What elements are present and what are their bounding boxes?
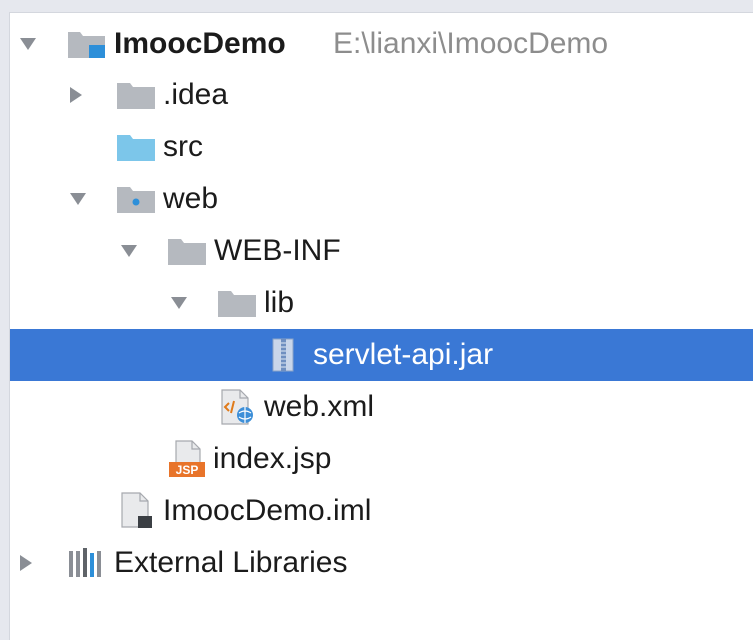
tree-node-label: web.xml [264,390,375,423]
tree-node-label: src [163,130,203,163]
collapse-arrow-icon[interactable] [70,87,82,103]
project-module-icon [68,32,105,58]
tree-node-imoocdemo-iml[interactable]: ImoocDemo.iml [10,485,753,537]
tree-node-idea[interactable]: .idea [10,69,753,121]
source-folder-icon [117,135,155,161]
tree-node-web[interactable]: web [10,173,753,225]
tree-node-src[interactable]: src [10,121,753,173]
jar-archive-icon [272,338,294,372]
tree-node-label: ImoocDemo.iml [163,494,372,527]
tree-node-label: WEB-INF [214,234,341,267]
tree-node-label: lib [264,286,295,319]
expand-arrow-icon[interactable] [171,297,187,309]
folder-icon [218,291,256,317]
tree-node-servlet-api-jar[interactable]: servlet-api.jar [10,329,753,381]
tree-node-label: External Libraries [114,546,348,579]
tree-node-project-root[interactable]: ImoocDemo E:\lianxi\ImoocDemo [10,18,753,70]
web-folder-icon [117,187,155,213]
module-file-icon [121,492,152,528]
expand-arrow-icon[interactable] [121,245,137,257]
tree-node-label: .idea [163,78,229,111]
expand-arrow-icon[interactable] [20,38,36,50]
libraries-icon [69,548,101,577]
tree-node-web-inf[interactable]: WEB-INF [10,225,753,277]
tree-node-label: web [163,182,219,215]
tree-node-label: servlet-api.jar [313,338,494,371]
jsp-badge-label: JSP [176,463,199,477]
collapse-arrow-icon[interactable] [20,555,32,571]
project-tree-panel: ImoocDemo E:\lianxi\ImoocDemo .idea src … [9,12,753,640]
tree-node-index-jsp[interactable]: JSP index.jsp [10,433,753,485]
folder-icon [168,239,206,265]
project-name: ImoocDemo [114,27,286,60]
folder-icon [117,83,155,109]
tree-node-lib[interactable]: lib [10,277,753,329]
tree-node-label: index.jsp [213,442,332,475]
jsp-file-icon: JSP [169,440,205,477]
project-path: E:\lianxi\ImoocDemo [333,27,609,60]
xml-file-icon [221,389,253,425]
tree-node-web-xml[interactable]: web.xml [10,381,753,433]
tree-node-external-libraries[interactable]: External Libraries [10,537,753,589]
expand-arrow-icon[interactable] [70,193,86,205]
